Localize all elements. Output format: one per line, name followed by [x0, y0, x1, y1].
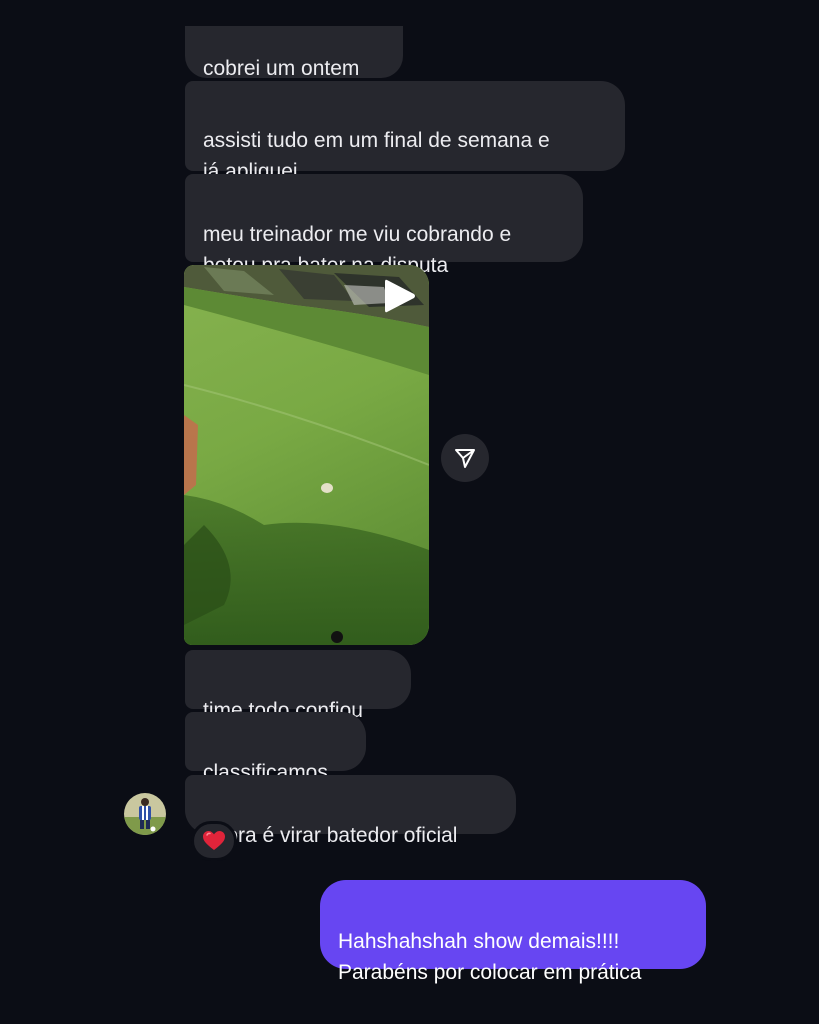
- incoming-message[interactable]: cobrei um ontem: [185, 26, 403, 78]
- incoming-message[interactable]: meu treinador me viu cobrando e botou pr…: [185, 174, 583, 277]
- paper-plane-icon: [455, 449, 475, 468]
- outgoing-message[interactable]: Hahshahshah show demais!!!! Parabéns por…: [320, 880, 706, 984]
- reaction-badge[interactable]: [191, 821, 237, 861]
- video-thumbnail: [184, 265, 429, 645]
- message-text: agora é virar batedor oficial: [203, 824, 458, 847]
- incoming-message[interactable]: classificamos: [185, 712, 366, 784]
- red-heart-icon: [203, 831, 225, 850]
- video-message[interactable]: [184, 265, 429, 645]
- share-button[interactable]: [441, 434, 489, 482]
- message-text: cobrei um ontem: [203, 57, 360, 78]
- incoming-message[interactable]: time todo confiou: [185, 650, 411, 722]
- avatar[interactable]: [124, 793, 166, 835]
- message-text: Hahshahshah show demais!!!! Parabéns por…: [338, 930, 642, 984]
- incoming-message[interactable]: agora é virar batedor oficial: [185, 775, 516, 847]
- avatar-image: [124, 793, 166, 835]
- incoming-message[interactable]: assisti tudo em um final de semana e já …: [185, 81, 625, 183]
- play-icon[interactable]: [381, 277, 417, 315]
